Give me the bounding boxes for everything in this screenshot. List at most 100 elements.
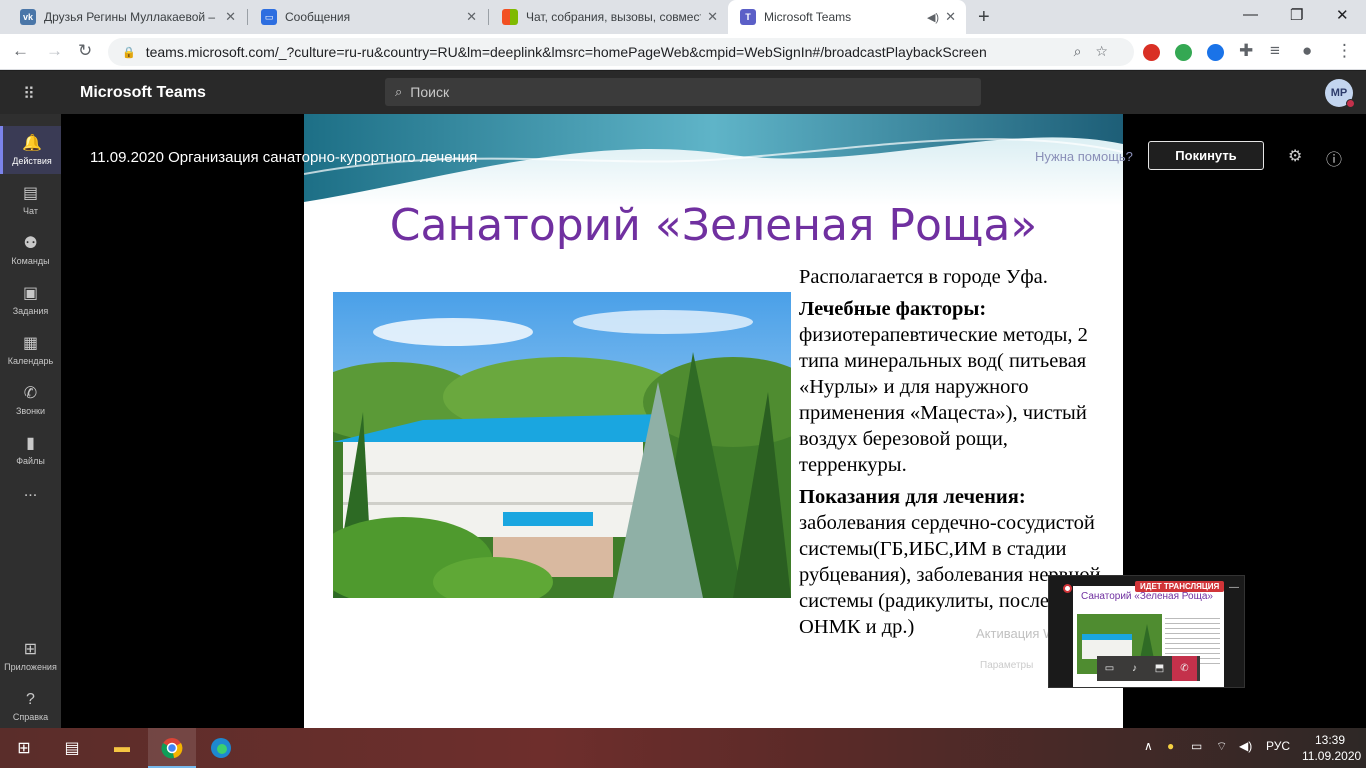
battery-icon[interactable]: ▭ — [1191, 739, 1202, 753]
phone-icon: ✆ — [23, 384, 38, 402]
left-rail: 🔔 Действия ▤ Чат ⚉ Команды ▣ Задания ▦ К… — [0, 114, 61, 728]
tab-separator — [247, 9, 248, 25]
maximize-icon[interactable]: ❐ — [1290, 6, 1303, 24]
tray-overflow-icon[interactable]: ∧ — [1144, 739, 1153, 753]
taskbar-clock[interactable]: 13:39 11.09.2020 — [1302, 732, 1361, 764]
rail-item-activity[interactable]: 🔔 Действия — [0, 126, 61, 174]
slide-paragraph: физиотерапевтические методы, 2 типа мине… — [799, 324, 1088, 476]
windows-start-icon[interactable]: ⊞ — [12, 736, 36, 760]
browser-tab-strip: vk Друзья Регины Муллакаевой – ✕ ▭ Сообщ… — [0, 0, 1366, 34]
assignments-icon: ▣ — [22, 284, 39, 302]
volume-icon[interactable]: ◀) — [1239, 739, 1252, 753]
vk-icon: vk — [20, 9, 36, 25]
reload-icon[interactable]: ↻ — [78, 41, 92, 61]
lock-icon: 🔒 — [122, 46, 136, 59]
tab-title: Microsoft Teams — [764, 10, 852, 24]
meeting-title: 11.09.2020 Организация санаторно-курортн… — [90, 149, 478, 166]
rail-label: Звонки — [15, 405, 46, 416]
address-bar[interactable]: 🔒 teams.microsoft.com/_?culture=ru-ru&co… — [108, 38, 1134, 66]
url-text: teams.microsoft.com/_?culture=ru-ru&coun… — [145, 44, 987, 60]
zoom-and-bookmark-icons[interactable]: ⌕☆ — [1074, 43, 1122, 60]
menu-icon[interactable]: ⋮ — [1336, 41, 1353, 61]
avatar-initials: MP — [1330, 87, 1348, 99]
presence-busy-icon — [1346, 99, 1355, 108]
adblock-icon[interactable] — [1143, 44, 1160, 61]
search-input[interactable]: ⌕ Поиск — [385, 78, 981, 106]
info-icon[interactable]: ⓘ — [1326, 146, 1342, 170]
browser-tab-microsoft[interactable]: Чат, собрания, вызовы, совмест ✕ — [490, 0, 728, 34]
leave-button[interactable]: Покинуть — [1148, 141, 1264, 170]
browser-tab-teams[interactable]: T Microsoft Teams ◀) ✕ — [728, 0, 966, 34]
network-icon[interactable]: ⌔ — [1216, 739, 1227, 754]
slide-heading: Показания для лечения: — [799, 486, 1026, 508]
chat-icon: ▤ — [22, 184, 39, 202]
browser-toolbar: ← → ↻ 🔒 teams.microsoft.com/_?culture=ru… — [0, 34, 1366, 70]
new-tab-button[interactable]: + — [978, 6, 990, 29]
task-view-icon[interactable]: ▤ — [60, 736, 84, 760]
close-tab-icon[interactable]: ✕ — [707, 9, 718, 25]
close-tab-icon[interactable]: ✕ — [945, 9, 956, 25]
teams-icon: T — [740, 9, 756, 25]
teams-icon: ⚉ — [23, 234, 38, 252]
waffle-icon[interactable]: ⠿ — [23, 84, 36, 104]
forward-icon[interactable]: → — [46, 41, 63, 61]
rail-label: Действия — [12, 155, 52, 166]
file-explorer-icon[interactable]: ▬ — [110, 736, 134, 760]
camera-icon[interactable]: ▭ — [1097, 656, 1122, 681]
browser-tab-messages[interactable]: ▭ Сообщения ✕ — [249, 0, 487, 34]
close-tab-icon[interactable]: ✕ — [466, 9, 477, 25]
profile-icon[interactable]: ● — [1302, 41, 1312, 61]
rail-item-calls[interactable]: ✆ Звонки — [0, 376, 61, 424]
rail-item-apps[interactable]: ⊞ Приложения — [0, 632, 61, 680]
settings-icon[interactable]: ⚙ — [1288, 146, 1302, 166]
end-call-icon[interactable]: ✆ — [1172, 656, 1197, 681]
apps-icon: ⊞ — [23, 640, 38, 658]
search-placeholder: Поиск — [410, 84, 450, 100]
back-icon[interactable]: ← — [12, 41, 29, 61]
rail-item-teams[interactable]: ⚉ Команды — [0, 226, 61, 274]
language-indicator[interactable]: РУС — [1266, 739, 1290, 753]
rail-item-assignments[interactable]: ▣ Задания — [0, 276, 61, 324]
puzzle-icon[interactable]: ✚ — [1239, 41, 1253, 61]
bell-icon: 🔔 — [22, 134, 42, 152]
edge-icon[interactable] — [209, 736, 233, 760]
help-icon: ? — [26, 690, 35, 708]
chrome-icon[interactable] — [160, 736, 184, 760]
windows-taskbar: ⊞ ▤ ▬ ∧ ● ▭ ⌔ ◀) РУС 13:39 11.09.2020 — [0, 728, 1366, 768]
slide-paragraph: Располагается в городе Уфа. — [799, 266, 1048, 288]
presenter-controls: ▭ ♪ ⬒ ✆ — [1097, 656, 1200, 681]
more-icon: ... — [23, 483, 38, 500]
files-icon: ▮ — [26, 434, 35, 452]
avatar[interactable]: MP — [1325, 79, 1355, 108]
clock-time: 13:39 — [1314, 733, 1346, 747]
close-window-icon[interactable]: ✕ — [1336, 6, 1349, 24]
presenter-preview[interactable]: — Санаторий «Зеленая Роща» ИДЕТ ТРАНСЛЯЦ… — [1048, 575, 1245, 688]
rail-label: Чат — [23, 205, 38, 216]
share-screen-icon[interactable]: ⬒ — [1147, 656, 1172, 681]
mic-icon[interactable]: ♪ — [1122, 656, 1147, 681]
close-tab-icon[interactable]: ✕ — [225, 9, 236, 25]
sanatorium-photo — [333, 292, 791, 598]
teams-header: ⠿ Microsoft Teams ⌕ Поиск MP — [0, 71, 1366, 114]
tab-title: Сообщения — [285, 10, 351, 24]
chat-bubble-icon: ▭ — [261, 9, 277, 25]
rail-item-chat[interactable]: ▤ Чат — [0, 176, 61, 224]
rail-item-help[interactable]: ? Справка — [0, 682, 61, 730]
speaker-icon[interactable]: ◀) — [927, 11, 939, 24]
browser-tab-vk[interactable]: vk Друзья Регины Муллакаевой – ✕ — [8, 0, 246, 34]
rail-item-files[interactable]: ▮ Файлы — [0, 426, 61, 474]
minimize-preview-icon[interactable]: — — [1229, 582, 1239, 593]
media-icon[interactable]: ≡ — [1270, 41, 1280, 61]
tab-title: Друзья Регины Муллакаевой – — [44, 10, 216, 24]
help-link[interactable]: Нужна помощь? — [1035, 149, 1133, 164]
download-extension-icon[interactable] — [1207, 44, 1224, 61]
record-icon — [1063, 584, 1072, 593]
microsoft-logo-icon — [502, 9, 518, 25]
check-extension-icon[interactable] — [1175, 44, 1192, 61]
minimize-icon[interactable]: — — [1243, 6, 1258, 23]
rail-item-more[interactable]: ... — [0, 468, 61, 516]
app-name: Microsoft Teams — [80, 84, 206, 101]
tray-app-icon[interactable]: ● — [1167, 739, 1174, 753]
calendar-icon: ▦ — [22, 334, 39, 352]
rail-item-calendar[interactable]: ▦ Календарь — [0, 326, 61, 374]
